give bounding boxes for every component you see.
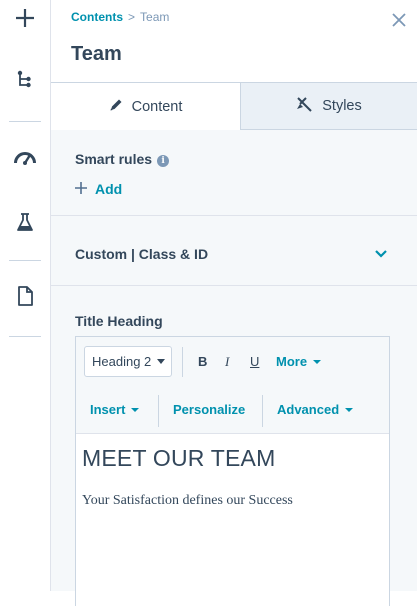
info-icon[interactable]: i [157, 155, 170, 167]
editor-body-text[interactable]: Your Satisfaction defines our Success [82, 493, 293, 509]
tab-content-label: Content [131, 98, 183, 115]
section-divider [51, 215, 417, 216]
toolbar-divider [182, 347, 183, 377]
optimize-button[interactable] [0, 139, 50, 179]
page-title: Team [71, 43, 122, 65]
rich-text-editor: Heading 2 B I U More Insert Personalize … [75, 336, 390, 606]
caret-down-icon [313, 359, 322, 364]
breadcrumb-current: Team [140, 10, 170, 24]
breadcrumb-separator: > [128, 10, 136, 24]
smart-rules-label: Smart rules i [75, 151, 170, 167]
add-plus-icon [75, 178, 87, 199]
bold-button[interactable]: B [198, 354, 207, 369]
content-panel: Smart rules i Add Custom | Class & ID Tit… [51, 130, 417, 606]
breadcrumb-link-contents[interactable]: Contents [71, 10, 123, 24]
title-heading-label: Title Heading [75, 313, 163, 329]
rail-divider [9, 121, 41, 122]
block-style-select[interactable]: Heading 2 [84, 346, 172, 377]
caret-down-icon [345, 407, 354, 412]
left-rail [0, 0, 51, 591]
rail-divider [9, 336, 41, 337]
advanced-label: Advanced [277, 402, 340, 417]
close-panel-button[interactable] [389, 12, 409, 32]
test-button[interactable] [0, 204, 50, 244]
breadcrumb: Contents > Team [71, 10, 169, 24]
editor-heading[interactable]: MEET OUR TEAM [82, 445, 275, 472]
block-style-value: Heading 2 [92, 354, 152, 369]
plus-icon [15, 8, 35, 33]
tab-styles-label: Styles [322, 98, 362, 114]
rail-divider [9, 260, 41, 261]
document-icon [17, 285, 33, 311]
chevron-down-icon[interactable] [373, 247, 389, 259]
styles-brush-icon [296, 96, 322, 116]
personalize-button[interactable]: Personalize [173, 402, 245, 417]
tab-content[interactable]: Content [51, 82, 241, 130]
add-smart-rule-label: Add [95, 180, 123, 197]
tree-structure-icon [16, 70, 34, 95]
custom-class-id-toggle[interactable]: Custom | Class & ID [75, 246, 208, 262]
caret-down-icon [131, 407, 140, 412]
speedometer-icon [13, 149, 37, 170]
panel-tabs: Content Styles [51, 82, 417, 130]
tab-styles[interactable]: Styles [241, 82, 417, 130]
pencil-icon [109, 98, 132, 116]
close-icon [392, 12, 406, 32]
smart-rules-text: Smart rules [75, 151, 153, 167]
contents-tree-button[interactable] [0, 62, 50, 102]
toolbar-divider [158, 395, 159, 427]
add-module-button[interactable] [0, 0, 50, 40]
editor-toolbar: Heading 2 B I U More Insert Personalize … [76, 337, 389, 434]
more-dropdown[interactable]: More [276, 354, 322, 369]
insert-dropdown[interactable]: Insert [90, 402, 140, 417]
settings-document-button[interactable] [0, 278, 50, 318]
flask-icon [15, 212, 35, 237]
add-smart-rule-button[interactable]: Add [75, 178, 122, 199]
more-label: More [276, 354, 308, 369]
underline-button[interactable]: U [250, 354, 259, 369]
caret-down-icon [157, 359, 165, 364]
italic-button[interactable]: I [225, 354, 229, 370]
advanced-dropdown[interactable]: Advanced [277, 402, 354, 417]
toolbar-divider [262, 395, 263, 427]
section-divider [51, 285, 417, 286]
insert-label: Insert [90, 402, 126, 417]
